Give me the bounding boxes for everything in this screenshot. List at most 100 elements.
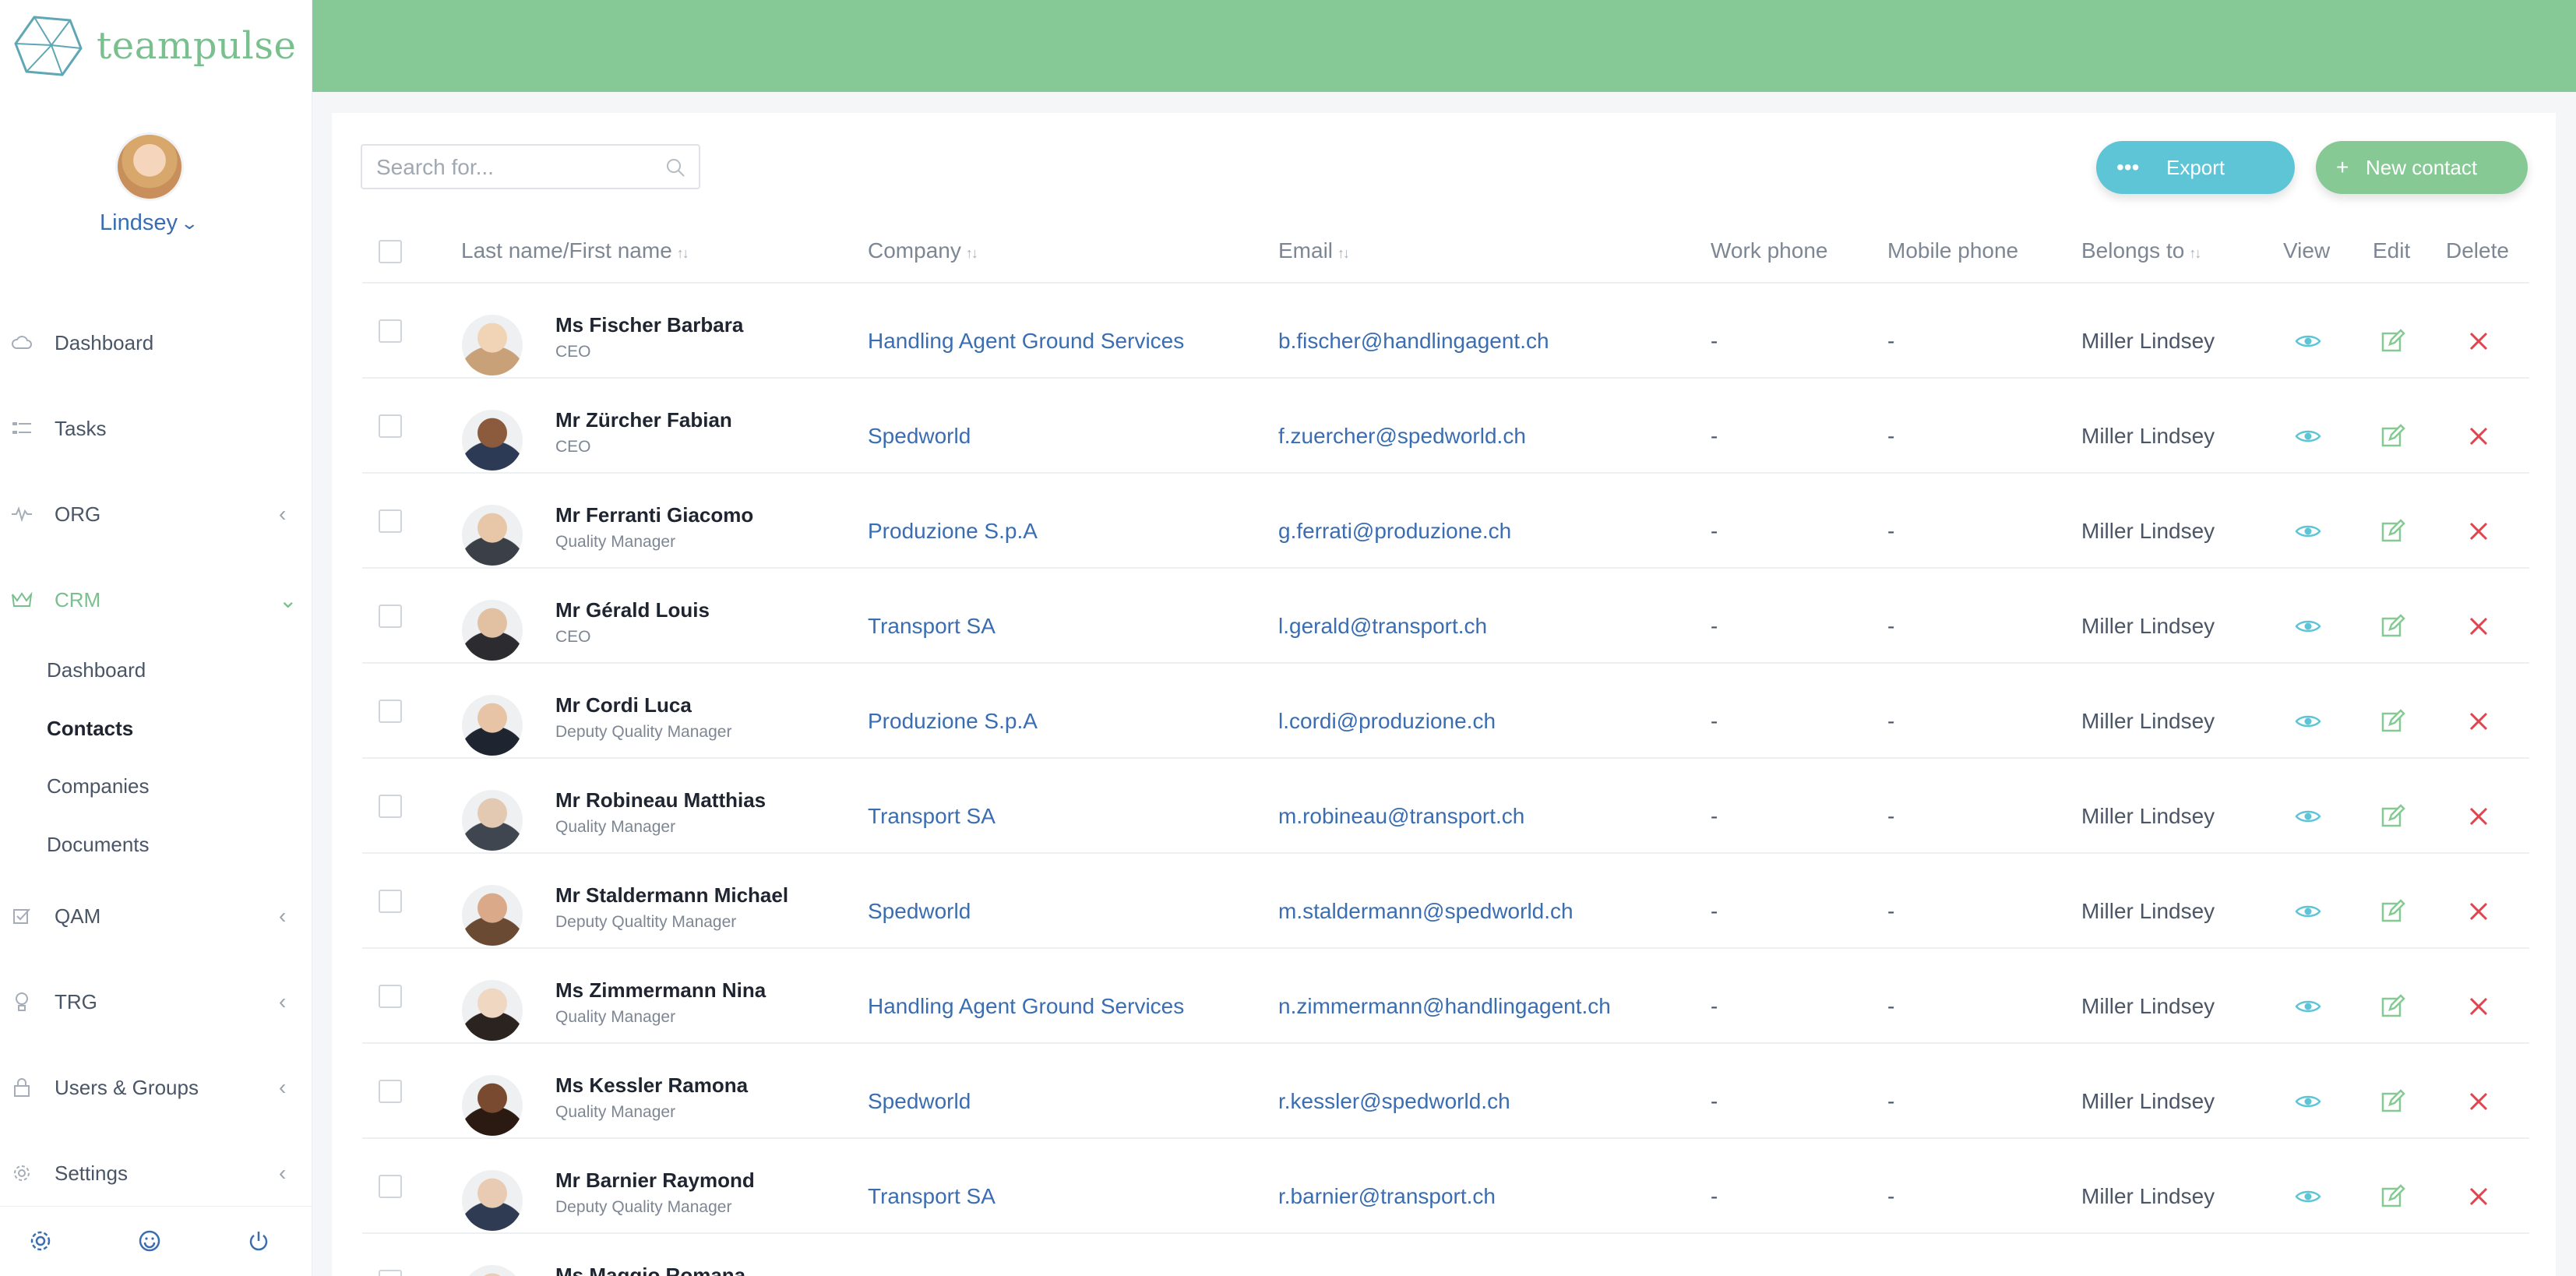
email-link[interactable]: g.ferrati@produzione.ch xyxy=(1278,519,1511,544)
contact-name[interactable]: Ms Kessler Ramona xyxy=(555,1073,748,1098)
nav-item-tasks[interactable]: Tasks xyxy=(0,405,312,452)
delete-x-icon[interactable] xyxy=(2463,326,2494,357)
delete-x-icon[interactable] xyxy=(2463,1181,2494,1212)
row-checkbox[interactable] xyxy=(379,795,402,818)
email-link[interactable]: f.zuercher@spedworld.ch xyxy=(1278,424,1526,449)
company-link[interactable]: Handling Agent Ground Services xyxy=(868,994,1184,1019)
column-header-belongs-to[interactable]: Belongs to ↑↓ xyxy=(2081,238,2201,263)
view-eye-icon[interactable] xyxy=(2292,1086,2324,1117)
column-header-company[interactable]: Company ↑↓ xyxy=(868,238,978,263)
row-checkbox[interactable] xyxy=(379,319,402,343)
delete-x-icon[interactable] xyxy=(2463,896,2494,927)
view-eye-icon[interactable] xyxy=(2292,516,2324,547)
view-eye-icon[interactable] xyxy=(2292,1181,2324,1212)
row-checkbox[interactable] xyxy=(379,1270,402,1276)
contact-name[interactable]: Ms Fischer Barbara xyxy=(555,313,743,337)
contact-name[interactable]: Mr Cordi Luca xyxy=(555,693,692,717)
email-link[interactable]: l.gerald@transport.ch xyxy=(1278,614,1487,639)
search-input[interactable] xyxy=(376,153,641,182)
belongs-to: Miller Lindsey xyxy=(2081,709,2215,733)
row-checkbox[interactable] xyxy=(379,985,402,1008)
delete-x-icon[interactable] xyxy=(2463,611,2494,642)
contact-name[interactable]: Mr Robineau Matthias xyxy=(555,788,766,812)
edit-icon[interactable] xyxy=(2377,421,2409,452)
contact-name[interactable]: Mr Staldermann Michael xyxy=(555,883,788,908)
email-link[interactable]: r.barnier@transport.ch xyxy=(1278,1184,1496,1209)
delete-x-icon[interactable] xyxy=(2463,991,2494,1022)
email-link[interactable]: m.robineau@transport.ch xyxy=(1278,804,1524,829)
contact-name[interactable]: Ms Maggio Romana xyxy=(555,1264,745,1276)
view-eye-icon[interactable] xyxy=(2292,611,2324,642)
delete-x-icon[interactable] xyxy=(2463,516,2494,547)
contact-name[interactable]: Mr Barnier Raymond xyxy=(555,1168,755,1193)
company-link[interactable]: Produzione S.p.A xyxy=(868,519,1038,544)
email-link[interactable]: l.cordi@produzione.ch xyxy=(1278,709,1496,734)
edit-icon[interactable] xyxy=(2377,706,2409,737)
column-header-email[interactable]: Email ↑↓ xyxy=(1278,238,1350,263)
user-avatar[interactable] xyxy=(115,132,184,201)
view-eye-icon[interactable] xyxy=(2292,326,2324,357)
edit-icon[interactable] xyxy=(2377,896,2409,927)
contact-name[interactable]: Ms Zimmermann Nina xyxy=(555,978,766,1003)
nav-sub-contacts[interactable]: Contacts xyxy=(47,717,133,741)
select-all-checkbox[interactable] xyxy=(379,240,402,263)
column-header-name[interactable]: Last name/First name ↑↓ xyxy=(461,238,689,263)
email-link[interactable]: m.staldermann@spedworld.ch xyxy=(1278,899,1573,924)
email-link[interactable]: r.kessler@spedworld.ch xyxy=(1278,1089,1510,1114)
settings-gear-icon[interactable] xyxy=(26,1227,55,1255)
edit-icon[interactable] xyxy=(2377,1086,2409,1117)
view-eye-icon[interactable] xyxy=(2292,421,2324,452)
nav-sub-companies[interactable]: Companies xyxy=(47,774,150,798)
row-checkbox[interactable] xyxy=(379,1175,402,1198)
row-checkbox[interactable] xyxy=(379,509,402,533)
company-link[interactable]: Handling Agent Ground Services xyxy=(868,329,1184,354)
email-link[interactable]: b.fischer@handlingagent.ch xyxy=(1278,329,1549,354)
nav-item-dashboard[interactable]: Dashboard xyxy=(0,319,312,366)
view-eye-icon[interactable] xyxy=(2292,991,2324,1022)
view-eye-icon[interactable] xyxy=(2292,801,2324,832)
edit-icon[interactable] xyxy=(2377,801,2409,832)
delete-x-icon[interactable] xyxy=(2463,706,2494,737)
delete-x-icon[interactable] xyxy=(2463,421,2494,452)
smiley-icon[interactable] xyxy=(136,1227,164,1255)
edit-icon[interactable] xyxy=(2377,516,2409,547)
company-link[interactable]: Transport SA xyxy=(868,804,996,829)
new-contact-button[interactable]: + New contact xyxy=(2316,141,2528,194)
nav-item-trg[interactable]: TRG ‹ xyxy=(0,978,312,1025)
user-menu[interactable]: Lindsey ⌄ xyxy=(100,210,199,236)
edit-icon[interactable] xyxy=(2377,326,2409,357)
search-icon[interactable] xyxy=(664,157,686,178)
company-link[interactable]: Spedworld xyxy=(868,424,971,449)
edit-icon[interactable] xyxy=(2377,611,2409,642)
row-checkbox[interactable] xyxy=(379,890,402,913)
nav-item-users-groups[interactable]: Users & Groups ‹ xyxy=(0,1064,312,1111)
email-link[interactable]: n.zimmermann@handlingagent.ch xyxy=(1278,994,1611,1019)
nav-sub-crm-dashboard[interactable]: Dashboard xyxy=(47,658,146,682)
edit-icon[interactable] xyxy=(2377,1181,2409,1212)
row-checkbox[interactable] xyxy=(379,414,402,438)
company-link[interactable]: Produzione S.p.A xyxy=(868,709,1038,734)
row-checkbox[interactable] xyxy=(379,700,402,723)
delete-x-icon[interactable] xyxy=(2463,801,2494,832)
row-checkbox[interactable] xyxy=(379,605,402,628)
view-eye-icon[interactable] xyxy=(2292,896,2324,927)
nav-item-crm[interactable]: CRM ⌄ xyxy=(0,576,312,623)
export-button[interactable]: ••• Export xyxy=(2096,141,2295,194)
contact-name[interactable]: Mr Gérald Louis xyxy=(555,598,710,622)
company-link[interactable]: Spedworld xyxy=(868,899,971,924)
nav-sub-documents[interactable]: Documents xyxy=(47,833,150,857)
delete-x-icon[interactable] xyxy=(2463,1086,2494,1117)
power-icon[interactable] xyxy=(245,1227,273,1255)
nav-item-settings[interactable]: Settings ‹ xyxy=(0,1150,312,1197)
contact-name[interactable]: Mr Zürcher Fabian xyxy=(555,408,732,432)
company-link[interactable]: Spedworld xyxy=(868,1089,971,1114)
nav-item-org[interactable]: ORG ‹ xyxy=(0,491,312,538)
brand-logo[interactable]: teampulse xyxy=(12,11,296,81)
company-link[interactable]: Transport SA xyxy=(868,1184,996,1209)
row-checkbox[interactable] xyxy=(379,1080,402,1103)
contact-name[interactable]: Mr Ferranti Giacomo xyxy=(555,503,753,527)
company-link[interactable]: Transport SA xyxy=(868,614,996,639)
view-eye-icon[interactable] xyxy=(2292,706,2324,737)
edit-icon[interactable] xyxy=(2377,991,2409,1022)
nav-item-qam[interactable]: QAM ‹ xyxy=(0,893,312,939)
